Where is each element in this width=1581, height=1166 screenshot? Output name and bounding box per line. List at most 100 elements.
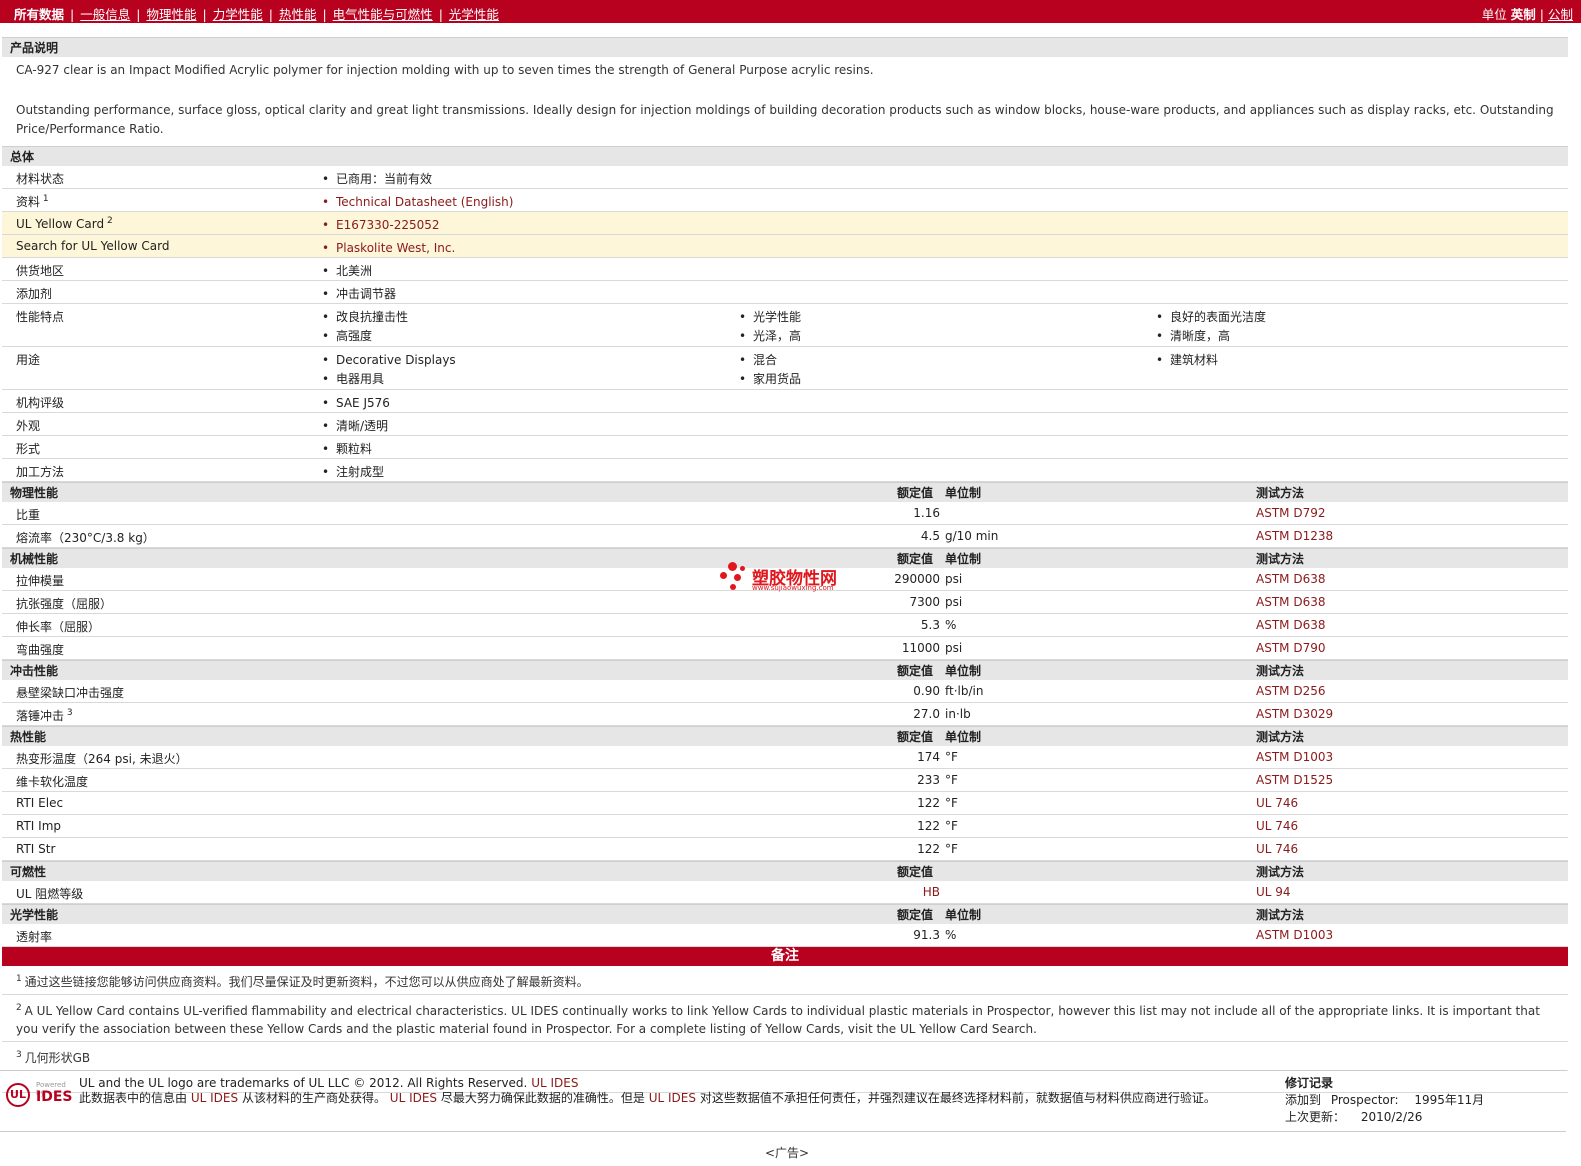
header-unit: 单位制 <box>945 907 982 922</box>
general-row: Search for UL Yellow Card Plaskolite West… <box>2 234 1568 259</box>
units-imperial[interactable]: 英制 <box>1511 7 1536 22</box>
watermark-dot <box>734 574 741 581</box>
notes-header: 备注 <box>2 946 1568 966</box>
watermark-dot <box>740 566 745 571</box>
general-row: 用途 Decorative Displays电器用具 混合家用货品 建筑材料 <box>2 347 1568 390</box>
header-unit: 单位制 <box>945 551 982 566</box>
value-item: 改良抗撞击性 <box>322 308 408 328</box>
value-list: 清晰/透明 <box>322 417 388 437</box>
property-value: 7300 <box>909 594 940 609</box>
value-link[interactable]: Technical Datasheet (English) <box>322 193 513 213</box>
value-list: 光学性能光泽，高 <box>739 308 801 347</box>
test-method-link[interactable]: ASTM D790 <box>1256 641 1325 655</box>
test-method-link[interactable]: ASTM D1525 <box>1256 773 1333 787</box>
property-condition: （264 psi, 未退火） <box>76 751 188 766</box>
value-list: 改良抗撞击性高强度 <box>322 308 408 347</box>
value-link[interactable]: Plaskolite West, Inc. <box>322 239 455 259</box>
general-row: UL Yellow Card 2 E167330-225052 <box>2 211 1568 236</box>
footnote-ref[interactable]: 2 <box>104 216 113 226</box>
header-value: 额定值 <box>897 729 934 744</box>
property-unit: °F <box>945 818 958 833</box>
property-row: 维卡软化温度 233 °F ASTM D1525 <box>2 769 1568 792</box>
note-text: 通过这些链接您能够访问供应商资料。我们尽量保证及时更新资料，不过您可以从供应商处… <box>24 974 589 989</box>
general-row: 机构评级 SAE J576 <box>2 390 1568 413</box>
row-label: 资料 1 <box>16 193 49 209</box>
units-metric[interactable]: 公制 <box>1548 7 1573 22</box>
value-item: 电器用具 <box>322 370 456 390</box>
value-item: SAE J576 <box>322 394 390 414</box>
test-method-link[interactable]: ASTM D1003 <box>1256 928 1333 942</box>
value-item: 北美洲 <box>322 262 372 282</box>
property-unit: % <box>945 927 957 942</box>
property-row: RTI Str 122 °F UL 746 <box>2 838 1568 861</box>
row-label: UL Yellow Card 2 <box>16 215 113 231</box>
footnote-ref[interactable]: 3 <box>64 708 73 718</box>
test-method-link[interactable]: UL 746 <box>1256 842 1298 856</box>
tab-4[interactable]: 热性能 <box>279 7 317 22</box>
property-unit: % <box>945 617 957 632</box>
test-method-link[interactable]: ASTM D638 <box>1256 572 1325 586</box>
ad-placeholder: <广告> <box>765 1146 810 1160</box>
test-method-link[interactable]: ASTM D638 <box>1256 618 1325 632</box>
test-method-link[interactable]: ASTM D1003 <box>1256 750 1333 764</box>
ul-ides-text: UL IDES <box>648 1091 696 1105</box>
property-condition: （230°C/3.8 kg） <box>52 530 155 545</box>
property-value: HB <box>922 884 940 899</box>
value-list: 注射成型 <box>322 463 384 483</box>
property-label: 比重 <box>16 507 41 522</box>
value-list: 已商用：当前有效 <box>322 170 432 190</box>
separator: | <box>1539 7 1548 22</box>
property-row: 落锤冲击 3 27.0 in·lb ASTM D3029 <box>2 703 1568 726</box>
ul-ides-text: UL IDES <box>190 1091 239 1105</box>
tab-1[interactable]: 一般信息 <box>80 7 130 22</box>
value-list: SAE J576 <box>322 394 390 414</box>
section-title: 总体 <box>10 149 35 164</box>
note-number: 2 <box>16 1002 25 1013</box>
general-row: 外观 清晰/透明 <box>2 413 1568 436</box>
row-label: 机构评级 <box>16 395 65 410</box>
header-value: 额定值 <box>897 485 934 500</box>
test-method-link[interactable]: ASTM D3029 <box>1256 707 1333 721</box>
ides-logo-text: IDES <box>36 1089 73 1105</box>
row-label: 添加剂 <box>16 286 53 301</box>
property-unit: g/10 min <box>945 528 999 543</box>
property-value: 122 <box>917 795 940 810</box>
value-item: 光学性能 <box>739 308 801 328</box>
value-item: 建筑材料 <box>1156 351 1218 371</box>
tab-2[interactable]: 物理性能 <box>146 7 196 22</box>
value-list: Decorative Displays电器用具 <box>322 351 456 390</box>
watermark-dot <box>720 572 727 579</box>
test-method-link[interactable]: UL 746 <box>1256 796 1298 810</box>
test-method-link[interactable]: UL 94 <box>1256 885 1291 899</box>
value-list: 良好的表面光洁度清晰度，高 <box>1156 308 1266 347</box>
property-value: 122 <box>917 841 940 856</box>
test-method-link[interactable]: UL 746 <box>1256 819 1298 833</box>
watermark: 塑胶物性网 www.sujiaowuxing.com <box>720 560 860 600</box>
tab-6[interactable]: 光学性能 <box>449 7 499 22</box>
header-value: 额定值 <box>897 907 934 922</box>
property-label: 悬壁梁缺口冲击强度 <box>16 685 125 700</box>
property-unit: psi <box>945 594 963 609</box>
value-link[interactable]: E167330-225052 <box>322 216 440 236</box>
property-unit: psi <box>945 571 963 586</box>
header-method: 测试方法 <box>1256 551 1305 566</box>
test-method-link[interactable]: ASTM D638 <box>1256 595 1325 609</box>
footnote-ref[interactable]: 1 <box>40 194 49 204</box>
separator: | <box>136 7 141 22</box>
value-item: 已商用：当前有效 <box>322 170 432 190</box>
tab-5[interactable]: 电气性能与可燃性 <box>333 7 433 22</box>
header-value: 额定值 <box>897 864 934 879</box>
section-title: 产品说明 <box>10 41 59 55</box>
row-label: 加工方法 <box>16 464 65 479</box>
ul-ides-link[interactable]: UL IDES <box>531 1076 578 1090</box>
tab-3[interactable]: 力学性能 <box>213 7 263 22</box>
property-row: 弯曲强度 11000 psi ASTM D790 <box>2 637 1568 660</box>
tab-0[interactable]: 所有数据 <box>14 7 64 22</box>
test-method-link[interactable]: ASTM D792 <box>1256 506 1325 520</box>
property-condition: （屈服） <box>52 619 101 634</box>
header-unit: 单位制 <box>945 663 982 678</box>
test-method-link[interactable]: ASTM D1238 <box>1256 529 1333 543</box>
disclaimer: UL and the UL logo are trademarks of UL … <box>79 1076 1269 1106</box>
section-title: 热性能 <box>10 729 47 744</box>
test-method-link[interactable]: ASTM D256 <box>1256 684 1325 698</box>
